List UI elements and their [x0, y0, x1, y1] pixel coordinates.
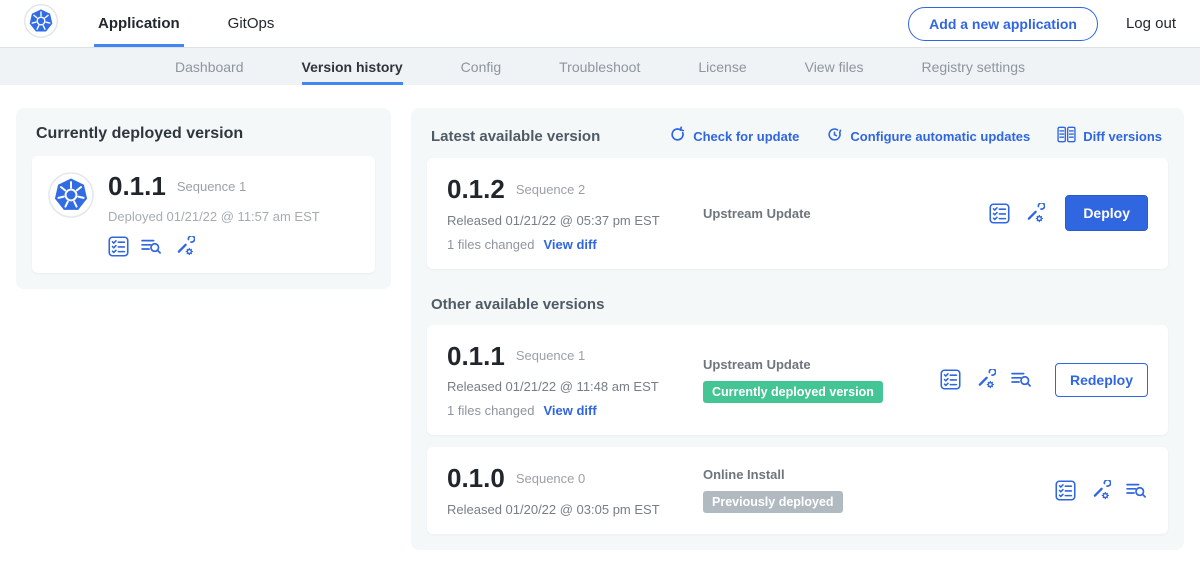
diff-versions-link[interactable]: Diff versions: [1057, 126, 1162, 146]
released-timestamp: Released 01/20/22 @ 03:05 pm EST: [447, 502, 703, 517]
wrench-gear-icon[interactable]: [975, 369, 996, 390]
check-for-update-link[interactable]: Check for update: [669, 126, 799, 146]
checklist-icon[interactable]: [1055, 480, 1076, 501]
version-history-panel: Latest available version Check for updat…: [411, 108, 1184, 550]
other-versions-title: Other available versions: [427, 296, 1168, 313]
version-row-0-1-1: 0.1.1 Sequence 1 Released 01/21/22 @ 11:…: [427, 325, 1168, 436]
refresh-clock-icon: [826, 126, 843, 146]
currently-deployed-panel: Currently deployed version: [16, 108, 391, 289]
files-changed-label: 1 files changed: [447, 403, 534, 418]
deployed-panel-title: Currently deployed version: [32, 125, 375, 143]
main-content: Currently deployed version: [0, 85, 1200, 564]
subnav-item-view-files[interactable]: View files: [805, 51, 864, 85]
tab-application-label: Application: [98, 15, 180, 32]
lines-magnifier-icon[interactable]: [1010, 369, 1033, 390]
version-number: 0.1.1: [447, 342, 505, 371]
version-source-label: Upstream Update: [703, 357, 940, 372]
tab-gitops-label: GitOps: [228, 15, 275, 32]
checklist-icon[interactable]: [108, 236, 129, 257]
files-changed-label: 1 files changed: [447, 237, 534, 252]
currently-deployed-badge: Currently deployed version: [703, 381, 883, 403]
latest-version-title: Latest available version: [431, 128, 600, 145]
lines-magnifier-icon[interactable]: [140, 236, 163, 257]
topbar-actions: Add a new application Log out: [908, 0, 1176, 47]
app-subnav: Dashboard Version history Config Trouble…: [0, 48, 1200, 85]
version-source-label: Online Install: [703, 467, 1055, 482]
subnav-item-license[interactable]: License: [698, 51, 746, 85]
version-row-0-1-2: 0.1.2 Sequence 2 Released 01/21/22 @ 05:…: [427, 158, 1168, 269]
deploy-button[interactable]: Deploy: [1065, 195, 1148, 231]
lines-magnifier-icon[interactable]: [1125, 480, 1148, 501]
view-diff-link[interactable]: View diff: [543, 403, 596, 418]
checklist-icon[interactable]: [940, 369, 961, 390]
view-diff-link[interactable]: View diff: [543, 237, 596, 252]
version-number: 0.1.2: [447, 175, 505, 204]
diff-columns-icon: [1057, 126, 1076, 146]
top-tab-bar: Application GitOps: [94, 0, 278, 47]
kubernetes-logo-icon: [48, 172, 94, 218]
version-row-0-1-0: 0.1.0 Sequence 0 Released 01/20/22 @ 03:…: [427, 447, 1168, 534]
top-header: Application GitOps Add a new application…: [0, 0, 1200, 48]
deployed-timestamp: Deployed 01/21/22 @ 11:57 am EST: [108, 209, 320, 224]
deployed-sequence-label: Sequence 1: [177, 179, 246, 194]
version-source-label: Upstream Update: [703, 206, 989, 221]
logout-button[interactable]: Log out: [1126, 15, 1176, 32]
redeploy-button[interactable]: Redeploy: [1055, 363, 1148, 397]
released-timestamp: Released 01/21/22 @ 05:37 pm EST: [447, 213, 703, 228]
released-timestamp: Released 01/21/22 @ 11:48 am EST: [447, 379, 703, 394]
subnav-item-dashboard[interactable]: Dashboard: [175, 51, 244, 85]
wrench-gear-icon[interactable]: [1090, 480, 1111, 501]
kubernetes-logo-icon: [24, 4, 58, 43]
tab-gitops[interactable]: GitOps: [224, 3, 279, 47]
app-logo: [24, 0, 58, 47]
wrench-gear-icon[interactable]: [1024, 203, 1045, 224]
sequence-label: Sequence 2: [516, 182, 585, 197]
subnav-item-version-history[interactable]: Version history: [302, 51, 403, 85]
add-application-button[interactable]: Add a new application: [908, 7, 1098, 41]
deployed-version-card: 0.1.1 Sequence 1 Deployed 01/21/22 @ 11:…: [32, 156, 375, 273]
tab-application[interactable]: Application: [94, 3, 184, 47]
refresh-icon: [669, 126, 686, 146]
checklist-icon[interactable]: [989, 203, 1010, 224]
subnav-item-config[interactable]: Config: [461, 51, 501, 85]
configure-automatic-updates-link[interactable]: Configure automatic updates: [826, 126, 1030, 146]
subnav-item-registry-settings[interactable]: Registry settings: [922, 51, 1025, 85]
version-number: 0.1.0: [447, 464, 505, 493]
wrench-gear-icon[interactable]: [174, 236, 195, 257]
deployed-version-number: 0.1.1: [108, 172, 166, 201]
previously-deployed-badge: Previously deployed: [703, 491, 843, 513]
sequence-label: Sequence 0: [516, 471, 585, 486]
sequence-label: Sequence 1: [516, 348, 585, 363]
subnav-item-troubleshoot[interactable]: Troubleshoot: [559, 51, 640, 85]
